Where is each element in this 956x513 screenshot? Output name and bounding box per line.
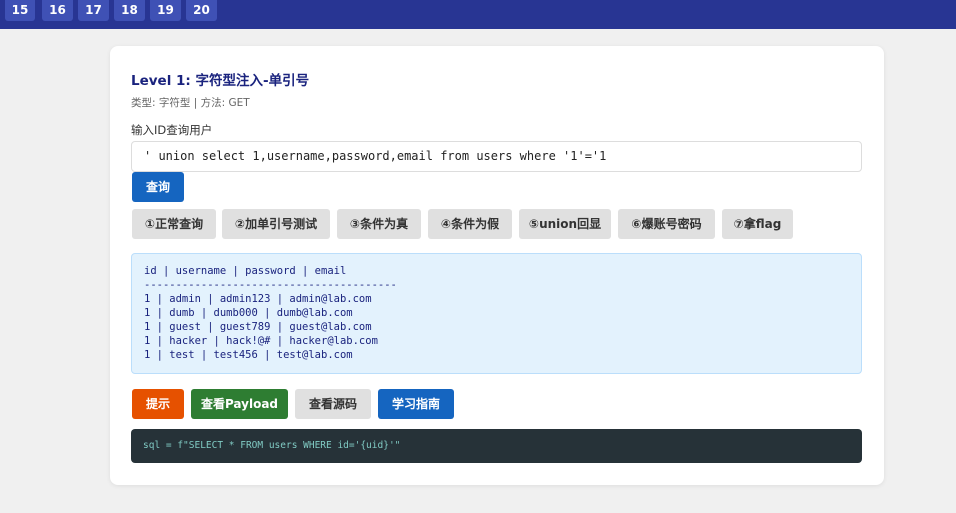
hint-button[interactable]: 提示 — [132, 389, 184, 419]
page-button-16[interactable]: 16 — [42, 0, 73, 21]
step-button-get-flag[interactable]: ⑦拿flag — [722, 209, 793, 239]
page-button-20[interactable]: 20 — [186, 0, 217, 21]
step-button-quote-test[interactable]: ②加单引号测试 — [222, 209, 330, 239]
query-input[interactable]: ' union select 1,username,password,email… — [131, 141, 862, 172]
step-button-condition-true[interactable]: ③条件为真 — [337, 209, 421, 239]
step-button-normal-query[interactable]: ①正常查询 — [132, 209, 216, 239]
page-button-18[interactable]: 18 — [114, 0, 145, 21]
top-pagination-bar: 15 16 17 18 19 20 — [0, 0, 956, 29]
study-guide-button[interactable]: 学习指南 — [378, 389, 454, 419]
result-row: 1 | test | test456 | test@lab.com — [144, 349, 353, 361]
query-input-label: 输入ID查询用户 — [131, 123, 213, 137]
query-result-panel: id | username | password | email --------… — [131, 253, 862, 374]
view-payload-button[interactable]: 查看Payload — [191, 389, 288, 419]
level-card: Level 1: 字符型注入-单引号 类型: 字符型 | 方法: GET 输入I… — [110, 46, 884, 485]
source-code-snippet: sql = f"SELECT * FROM users WHERE id='{u… — [131, 429, 862, 463]
level-title: Level 1: 字符型注入-单引号 — [131, 73, 310, 89]
page-button-17[interactable]: 17 — [78, 0, 109, 21]
result-header: id | username | password | email — [144, 265, 347, 277]
level-meta: 类型: 字符型 | 方法: GET — [131, 97, 250, 109]
result-row: 1 | hacker | hack!@# | hacker@lab.com — [144, 335, 378, 347]
result-separator: ---------------------------------------- — [144, 279, 397, 291]
step-button-condition-false[interactable]: ④条件为假 — [428, 209, 512, 239]
result-row: 1 | admin | admin123 | admin@lab.com — [144, 293, 372, 305]
view-source-button[interactable]: 查看源码 — [295, 389, 371, 419]
step-button-dump-credentials[interactable]: ⑥爆账号密码 — [618, 209, 715, 239]
step-button-union-echo[interactable]: ⑤union回显 — [519, 209, 611, 239]
query-button[interactable]: 查询 — [132, 172, 184, 202]
page-button-15[interactable]: 15 — [5, 0, 35, 21]
result-row: 1 | guest | guest789 | guest@lab.com — [144, 321, 372, 333]
page-button-19[interactable]: 19 — [150, 0, 181, 21]
result-row: 1 | dumb | dumb000 | dumb@lab.com — [144, 307, 353, 319]
